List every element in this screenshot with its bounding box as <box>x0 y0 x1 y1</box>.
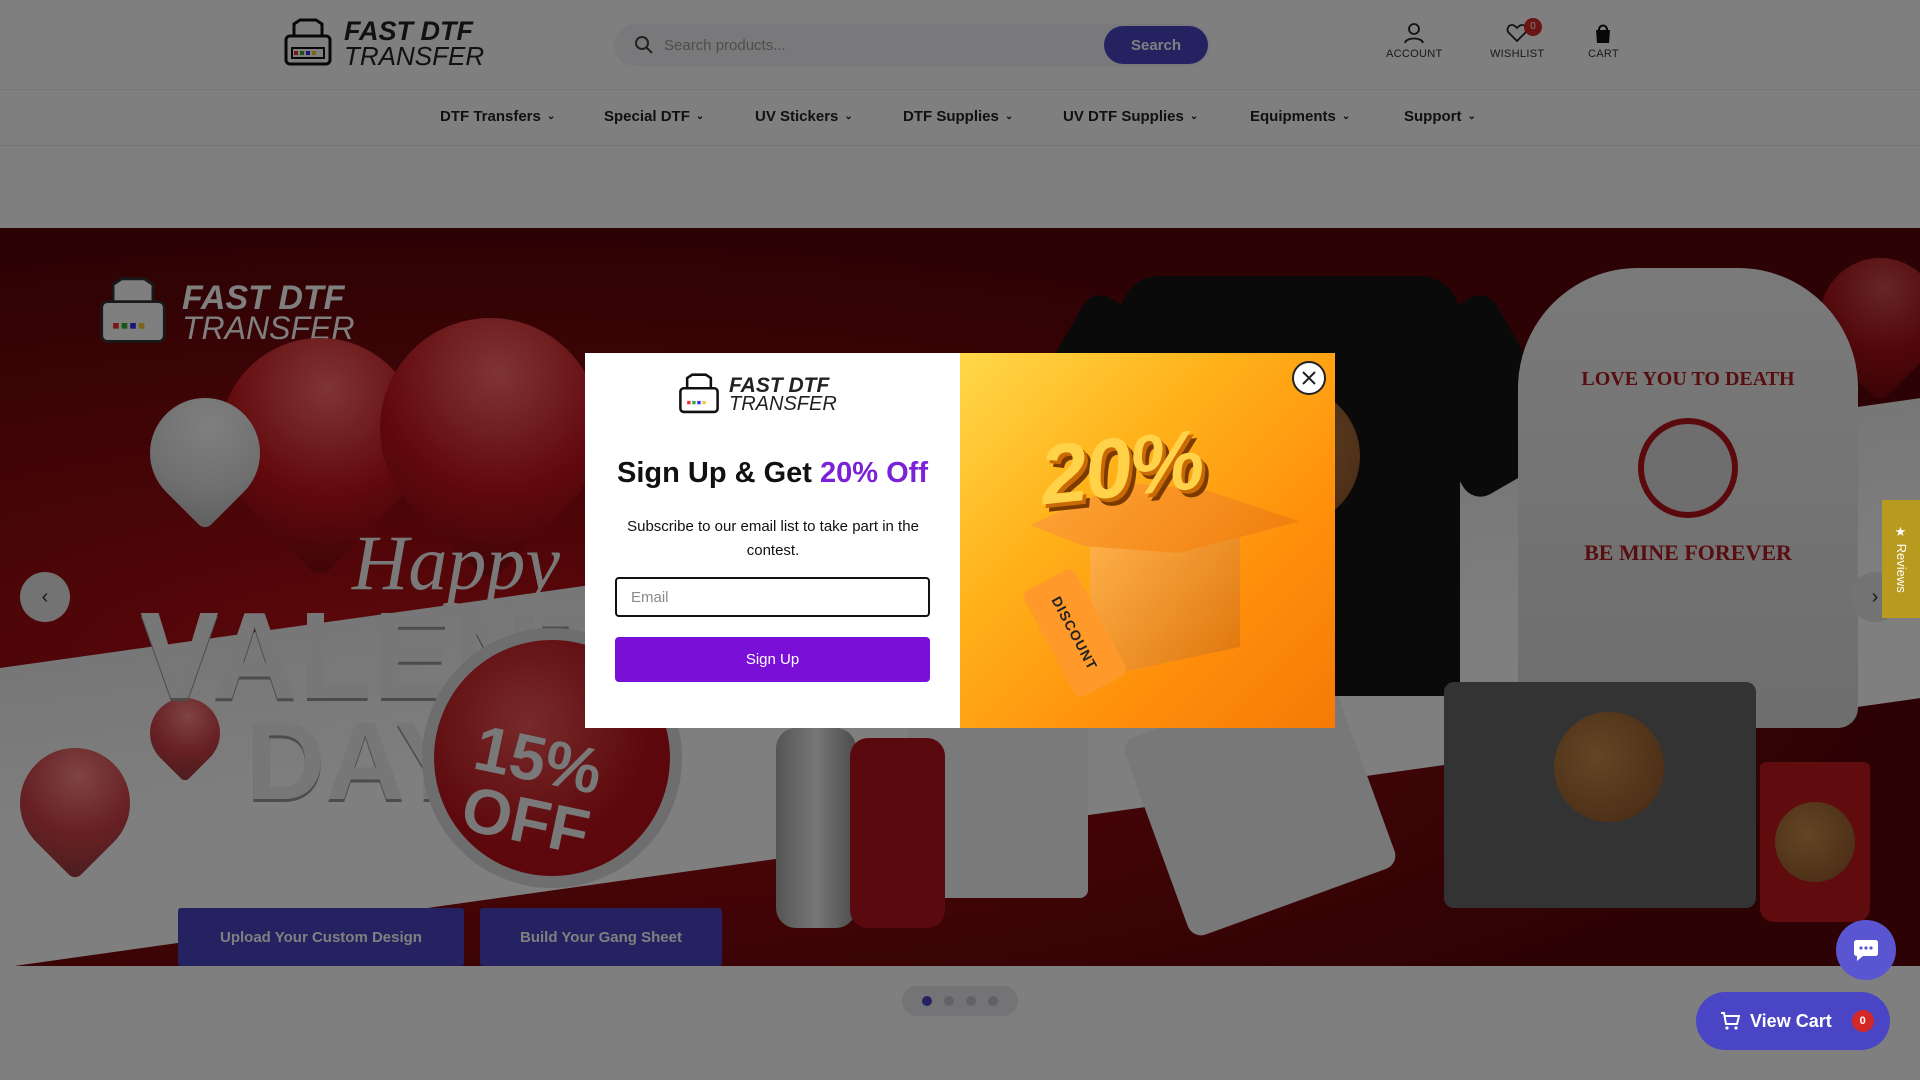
printer-logo-icon <box>679 373 719 414</box>
view-cart-label: View Cart <box>1750 1010 1832 1031</box>
popup-promo-image: 20% DISCOUNT <box>960 353 1335 728</box>
view-cart-count-badge: 0 <box>1851 1010 1874 1032</box>
popup-form-panel: FAST DTF TRANSFER Sign Up & Get 20% Off … <box>585 353 960 728</box>
email-field[interactable] <box>615 577 930 617</box>
reviews-tab[interactable]: ★ Reviews <box>1882 500 1920 618</box>
cart-icon <box>1721 1012 1740 1030</box>
popup-logo: FAST DTF TRANSFER <box>677 373 837 417</box>
chat-button[interactable] <box>1836 920 1896 980</box>
view-cart-button[interactable]: View Cart 0 <box>1696 992 1890 1050</box>
popup-headline: Sign Up & Get 20% Off <box>617 457 928 489</box>
signup-button[interactable]: Sign Up <box>615 637 930 682</box>
close-popup-button[interactable] <box>1292 361 1326 395</box>
close-icon <box>1302 371 1316 385</box>
promo-percent-text: 20% <box>1035 411 1207 523</box>
signup-popup: FAST DTF TRANSFER Sign Up & Get 20% Off … <box>585 353 1335 728</box>
popup-subtext: Subscribe to our email list to take part… <box>627 518 919 559</box>
chat-bubble-icon <box>1854 940 1878 961</box>
